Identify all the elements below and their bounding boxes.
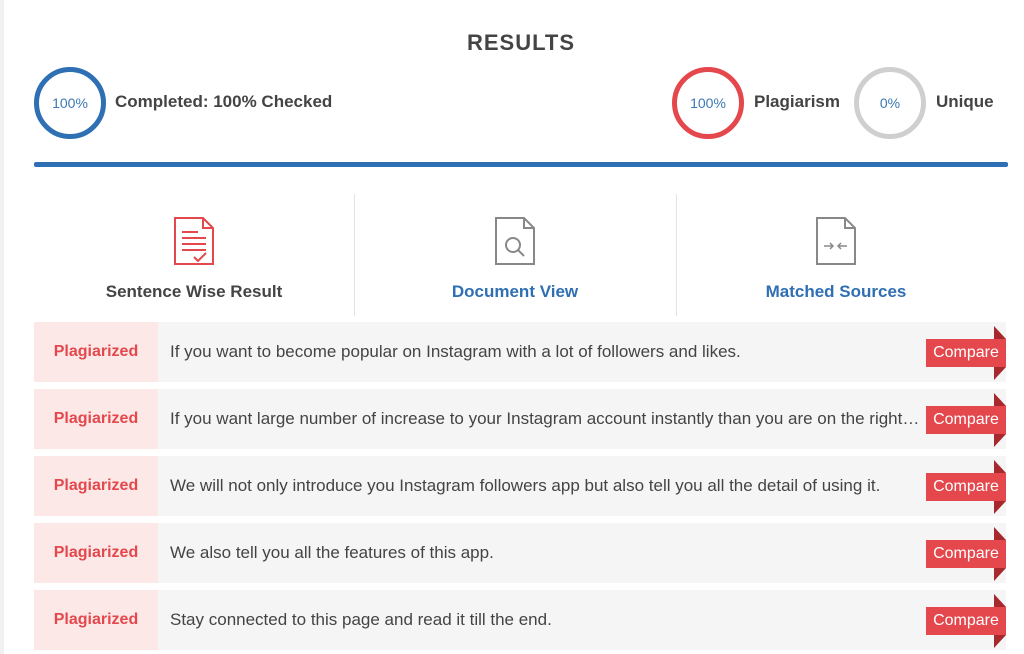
result-sentence: If you want large number of increase to … <box>170 409 922 428</box>
plagiarized-badge: Plagiarized <box>34 389 158 449</box>
unique-progress-ring: 0% <box>854 67 926 139</box>
tab-matched-sources[interactable]: Matched Sources <box>677 194 995 316</box>
plagiarized-badge: Plagiarized <box>34 456 158 516</box>
completed-progress-ring: 100% <box>34 67 106 139</box>
plagiarized-badge: Plagiarized <box>34 322 158 382</box>
tab-document-view[interactable]: Document View <box>355 194 675 316</box>
result-sentence: If you want to become popular on Instagr… <box>170 342 741 361</box>
sentence-report-icon <box>174 217 214 265</box>
unique-label: Unique <box>936 92 994 111</box>
tab-matched-sources-label: Matched Sources <box>765 282 907 301</box>
result-sentence: We will not only introduce you Instagram… <box>170 476 881 495</box>
result-sentence: We also tell you all the features of thi… <box>170 543 494 562</box>
document-compare-icon <box>816 217 856 265</box>
plagiarism-label: Plagiarism <box>754 92 840 111</box>
result-row: Plagiarized If you want to become popula… <box>34 322 1006 382</box>
tab-sentence-wise-result[interactable]: Sentence Wise Result <box>34 194 354 316</box>
compare-button[interactable]: Compare <box>926 460 1006 514</box>
plagiarized-badge: Plagiarized <box>34 590 158 650</box>
result-row: Plagiarized If you want large number of … <box>34 389 1006 449</box>
document-search-icon <box>495 217 535 265</box>
plagiarism-progress-ring: 100% <box>672 67 744 139</box>
compare-button[interactable]: Compare <box>926 594 1006 648</box>
results-divider <box>34 162 1008 167</box>
compare-button[interactable]: Compare <box>926 393 1006 447</box>
result-row: Plagiarized We also tell you all the fea… <box>34 523 1006 583</box>
tab-document-view-label: Document View <box>451 282 579 301</box>
page-title: RESULTS <box>466 30 576 55</box>
page-edge <box>0 0 4 654</box>
result-row: Plagiarized We will not only introduce y… <box>34 456 1006 516</box>
plagiarized-badge: Plagiarized <box>34 523 158 583</box>
result-sentence: Stay connected to this page and read it … <box>170 610 552 629</box>
compare-button[interactable]: Compare <box>926 527 1006 581</box>
result-row: Plagiarized Stay connected to this page … <box>34 590 1006 650</box>
tab-sentence-wise-result-label: Sentence Wise Result <box>105 282 283 301</box>
compare-button[interactable]: Compare <box>926 326 1006 380</box>
completed-label: Completed: 100% Checked <box>115 92 333 111</box>
